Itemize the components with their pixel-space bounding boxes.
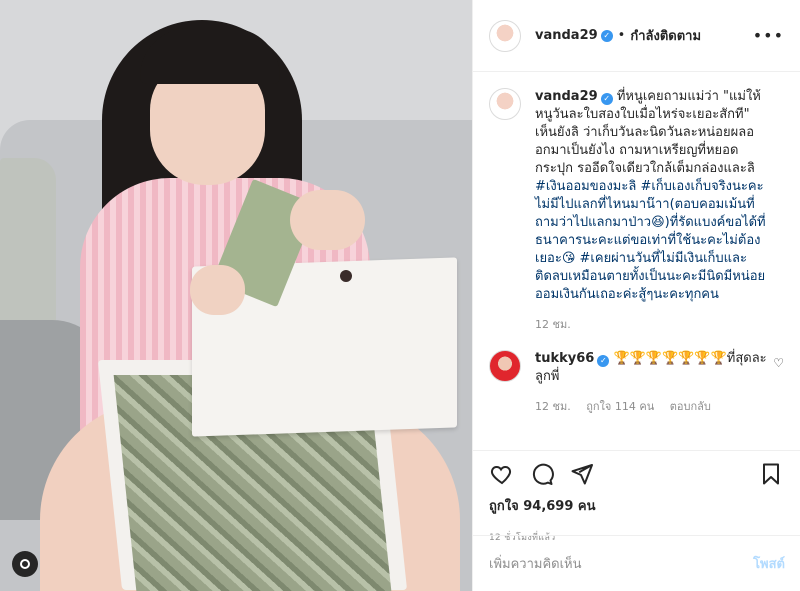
avatar[interactable] <box>489 19 521 52</box>
photo-hand <box>190 265 245 315</box>
caption-meta: 12 ชม. <box>535 316 767 334</box>
heart-icon[interactable] <box>489 461 515 487</box>
comment-username[interactable]: tukky66 <box>535 351 594 366</box>
caption-avatar[interactable] <box>489 88 521 120</box>
comment-body: tukky66 ✓ 🏆🏆🏆🏆🏆🏆🏆ที่สุดละลูกพี่ 12 ชม. ถู… <box>535 350 767 416</box>
caption-username[interactable]: vanda29 <box>535 89 598 104</box>
verified-badge-icon: ✓ <box>600 29 613 42</box>
action-icons <box>489 459 784 489</box>
caption-body: vanda29 ✓ ที่หนูเคยถามแม่ว่า "แม่ให้หนูวั… <box>535 88 767 334</box>
comment-input[interactable]: เพิ่มความคิดเห็น <box>489 553 582 574</box>
comment-likes[interactable]: ถูกใจ 114 คน <box>586 400 654 413</box>
bookmark-icon[interactable] <box>758 461 784 487</box>
post-sidebar: vanda29 ✓ • กำลังติดตาม ••• vanda29 ✓ ที่… <box>472 0 800 591</box>
photo-box-clasp <box>340 270 352 282</box>
more-options-icon[interactable]: ••• <box>753 26 784 45</box>
comments-section: vanda29 ✓ ที่หนูเคยถามแม่ว่า "แม่ให้หนูวั… <box>473 72 800 450</box>
likes-count[interactable]: ถูกใจ 94,699 คน <box>489 495 784 516</box>
following-button[interactable]: กำลังติดตาม <box>630 25 701 46</box>
tagged-user-icon[interactable] <box>12 551 38 577</box>
photo-arm <box>290 190 365 250</box>
post-header: vanda29 ✓ • กำลังติดตาม ••• <box>473 0 800 72</box>
post-photo[interactable] <box>0 0 472 591</box>
post-dialog: vanda29 ✓ • กำลังติดตาม ••• vanda29 ✓ ที่… <box>0 0 800 591</box>
verified-badge-icon: ✓ <box>600 93 613 105</box>
photo-bangs <box>140 28 280 84</box>
caption-time: 12 ชม. <box>535 318 571 331</box>
add-comment-bar: เพิ่มความคิดเห็น โพสต์ <box>473 535 800 591</box>
post-actions: ถูกใจ 94,699 คน 12 ชั่วโมงที่แล้ว <box>473 450 800 544</box>
comment-icon[interactable] <box>529 461 555 487</box>
comment-time: 12 ชม. <box>535 400 571 413</box>
separator-dot: • <box>617 28 626 43</box>
reply-button[interactable]: ตอบกลับ <box>670 400 711 413</box>
verified-badge-icon: ✓ <box>597 355 610 367</box>
comment-item: tukky66 ✓ 🏆🏆🏆🏆🏆🏆🏆ที่สุดละลูกพี่ 12 ชม. ถู… <box>489 350 784 416</box>
header-username[interactable]: vanda29 <box>535 28 598 43</box>
comment-avatar[interactable] <box>489 350 521 382</box>
post-button[interactable]: โพสต์ <box>753 553 785 574</box>
comment-like-icon[interactable]: ♡ <box>773 356 784 370</box>
share-icon[interactable] <box>569 461 595 487</box>
caption-hashtags[interactable]: #เงินออมของมะลิ #เก็บเองเก็บจริงนะคะไม่ม… <box>535 179 766 302</box>
caption: vanda29 ✓ ที่หนูเคยถามแม่ว่า "แม่ให้หนูวั… <box>489 88 784 334</box>
comment-meta: 12 ชม. ถูกใจ 114 คน ตอบกลับ <box>535 398 767 416</box>
